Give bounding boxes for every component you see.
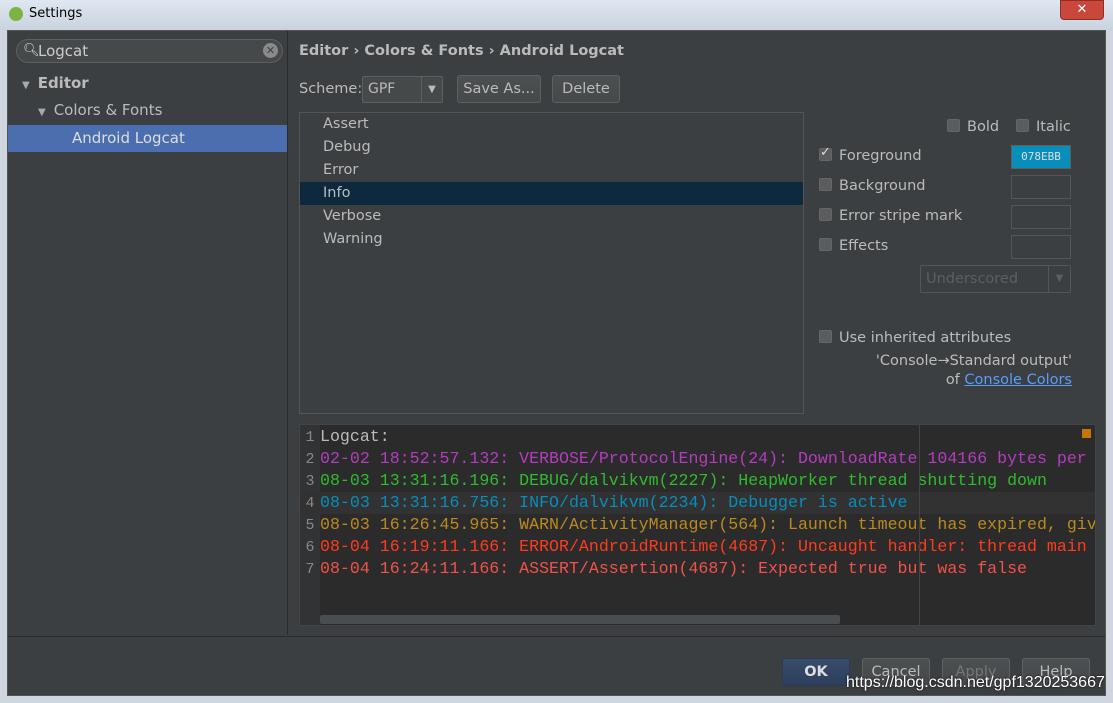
delete-button[interactable]: Delete (552, 75, 620, 103)
list-item-assert[interactable]: Assert (300, 113, 803, 136)
log-text: Logcat: (320, 427, 390, 446)
tree-label: Editor (37, 74, 89, 92)
sidebar: 🔍︎ ✕ ▼ Editor ▼ Colors & Fonts Android Log… (8, 31, 288, 635)
tree-item-editor[interactable]: ▼ Editor (8, 70, 287, 97)
bold-label: Bold (967, 119, 1000, 135)
console-colors-link[interactable]: Console Colors (964, 372, 1072, 388)
checkbox[interactable] (819, 208, 832, 221)
of-label: of (945, 372, 960, 388)
foreground-checkbox[interactable]: Foreground (819, 145, 922, 164)
main-panel: Editor › Colors & Fonts › Android Logcat… (289, 31, 1106, 635)
italic-label: Italic (1036, 119, 1071, 135)
log-text: 08-03 16:26:45.965: WARN/ActivityManager… (320, 515, 1096, 534)
line-number: 3 (305, 473, 315, 490)
preview-line: 3 08-03 13:31:16.196: DEBUG/dalvikvm(2227… (300, 470, 1095, 492)
settings-dialog: 🔍︎ ✕ ▼ Editor ▼ Colors & Fonts Android Log… (7, 30, 1106, 696)
background-color-swatch[interactable] (1011, 175, 1071, 199)
italic-checkbox[interactable]: Italic (1016, 119, 1071, 135)
background-checkbox[interactable]: Background (819, 178, 926, 194)
tree-item-colors-fonts[interactable]: ▼ Colors & Fonts (8, 97, 287, 124)
checkbox[interactable] (1016, 119, 1029, 132)
log-text: 08-04 16:24:11.166: ASSERT/Assertion(468… (320, 559, 1028, 578)
scheme-select[interactable]: GPF ▼ (362, 76, 443, 103)
inherit-checkbox[interactable]: Use inherited attributes (819, 330, 1011, 346)
error-stripe-marker[interactable] (1082, 429, 1091, 438)
tree-label: Colors & Fonts (53, 101, 163, 119)
log-text: 08-04 16:19:11.166: ERROR/AndroidRuntime… (320, 537, 1087, 556)
inherit-link-row: of Console Colors (946, 372, 1072, 388)
search-box[interactable]: 🔍︎ ✕ (16, 39, 283, 63)
line-number: 4 (305, 495, 315, 512)
error-stripe-checkbox[interactable]: Error stripe mark (819, 208, 962, 224)
error-stripe-color-swatch[interactable] (1011, 205, 1071, 229)
effects-color-swatch[interactable] (1011, 235, 1071, 259)
breadcrumb: Editor › Colors & Fonts › Android Logcat (299, 43, 624, 59)
effects-checkbox[interactable]: Effects (819, 238, 888, 254)
chevron-down-icon: ▼ (1048, 266, 1070, 292)
preview-line: 4 08-03 13:31:16.756: INFO/dalvikvm(2234)… (300, 492, 1095, 514)
bold-checkbox[interactable]: Bold (947, 119, 999, 135)
scheme-value: GPF (368, 81, 396, 97)
tree-item-android-logcat[interactable]: Android Logcat (8, 125, 287, 152)
level-list: Assert Debug Error Info Verbose Warning (299, 112, 804, 414)
clear-search-icon[interactable]: ✕ (263, 43, 278, 58)
checkbox[interactable] (819, 178, 832, 191)
checkbox[interactable] (819, 330, 832, 343)
line-number: 6 (305, 539, 315, 556)
log-text: 02-02 18:52:57.132: VERBOSE/ProtocolEngi… (320, 449, 1087, 468)
list-item-error[interactable]: Error (300, 159, 803, 182)
save-as-button[interactable]: Save As... (457, 75, 541, 103)
preview-line: 2 02-02 18:52:57.132: VERBOSE/ProtocolEng… (300, 448, 1095, 470)
expand-arrow-icon[interactable]: ▼ (22, 72, 30, 99)
window-title: Settings (29, 6, 83, 21)
error-stripe-label: Error stripe mark (839, 208, 963, 224)
inherit-label: Use inherited attributes (839, 330, 1012, 346)
list-item-debug[interactable]: Debug (300, 136, 803, 159)
horizontal-scrollbar[interactable] (320, 615, 840, 624)
list-item-warning[interactable]: Warning (300, 228, 803, 251)
right-margin-line (919, 425, 920, 625)
chevron-down-icon: ▼ (421, 77, 442, 102)
list-item-verbose[interactable]: Verbose (300, 205, 803, 228)
scheme-label: Scheme: (299, 81, 363, 97)
effect-type-select[interactable]: Underscored ▼ (920, 265, 1071, 293)
line-number: 2 (305, 451, 315, 468)
log-text: 08-03 13:31:16.196: DEBUG/dalvikvm(2227)… (320, 471, 1047, 490)
ok-button[interactable]: OK (782, 658, 850, 686)
line-number: 5 (305, 517, 315, 534)
preview-line: 7 08-04 16:24:11.166: ASSERT/Assertion(46… (300, 558, 1095, 580)
checkbox[interactable] (947, 119, 960, 132)
android-studio-icon (9, 7, 23, 21)
foreground-color-swatch[interactable]: 078EBB (1011, 145, 1071, 169)
preview-line: 6 08-04 16:19:11.166: ERROR/AndroidRuntim… (300, 536, 1095, 558)
preview-editor[interactable]: 1 Logcat: 2 02-02 18:52:57.132: VERBOSE/Pro… (299, 424, 1096, 626)
line-number: 1 (305, 429, 315, 446)
title-bar: Settings ✕ (0, 0, 1113, 30)
list-item-info[interactable]: Info (300, 182, 803, 205)
expand-arrow-icon[interactable]: ▼ (38, 99, 46, 126)
search-input[interactable] (38, 42, 258, 60)
inherit-source: 'Console→Standard output' (875, 353, 1072, 369)
preview-line: 5 08-03 16:26:45.965: WARN/ActivityManage… (300, 514, 1096, 536)
line-number: 7 (305, 561, 315, 578)
effects-label: Effects (839, 238, 889, 254)
foreground-label: Foreground (839, 148, 922, 164)
effect-type-value: Underscored (926, 271, 1019, 287)
watermark: https://blog.csdn.net/gpf1320253667 (846, 674, 1105, 691)
log-text: 08-03 13:31:16.756: INFO/dalvikvm(2234):… (320, 493, 908, 512)
checkbox[interactable] (819, 238, 832, 251)
preview-line: 1 Logcat: (300, 426, 1095, 448)
background-label: Background (839, 178, 926, 194)
close-button[interactable]: ✕ (1060, 0, 1104, 20)
checkbox-checked[interactable] (819, 145, 832, 161)
